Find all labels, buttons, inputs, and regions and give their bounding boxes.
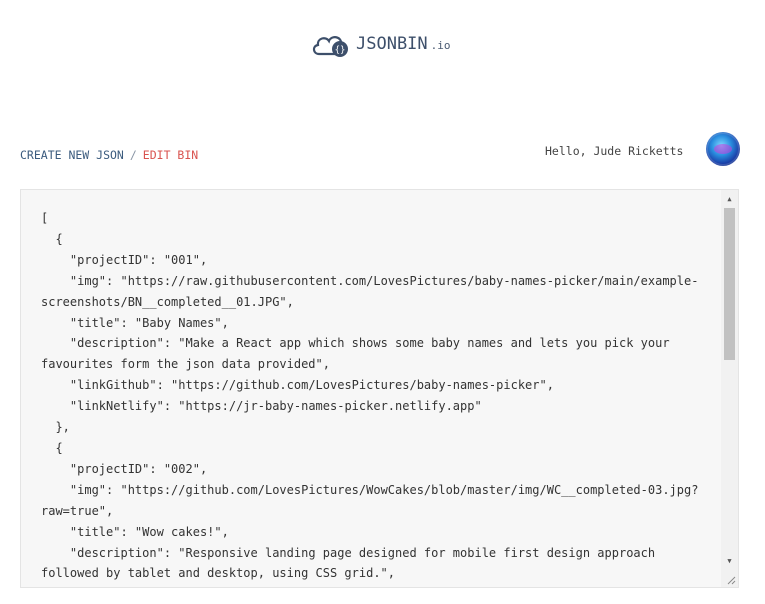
create-new-json-link[interactable]: CREATE NEW JSON xyxy=(20,148,124,162)
cloud-braces-icon: {} xyxy=(312,36,348,57)
avatar[interactable] xyxy=(706,132,740,166)
breadcrumb-separator: / xyxy=(129,148,137,162)
user-greeting: Hello, Jude Ricketts xyxy=(545,144,684,158)
scroll-down-arrow-icon[interactable]: ▼ xyxy=(721,553,738,569)
logo[interactable]: {} JSONBIN .io xyxy=(310,28,451,60)
logo-text: JSONBIN .io xyxy=(356,34,451,54)
editor-scrollbar[interactable]: ▲ ▼ xyxy=(721,190,738,587)
resize-handle-icon[interactable] xyxy=(726,575,736,585)
logo-tld: .io xyxy=(430,39,451,52)
scroll-thumb[interactable] xyxy=(724,208,735,360)
edit-bin-label: EDIT BIN xyxy=(142,148,199,162)
svg-text:{}: {} xyxy=(335,46,346,56)
logo-name: JSONBIN xyxy=(356,34,428,54)
json-editor-content[interactable]: [ { "projectID": "001", "img": "https://… xyxy=(41,208,716,584)
breadcrumb: CREATE NEW JSON / EDIT BIN xyxy=(20,148,198,162)
json-editor[interactable]: [ { "projectID": "001", "img": "https://… xyxy=(20,189,739,588)
scroll-up-arrow-icon[interactable]: ▲ xyxy=(721,191,738,207)
